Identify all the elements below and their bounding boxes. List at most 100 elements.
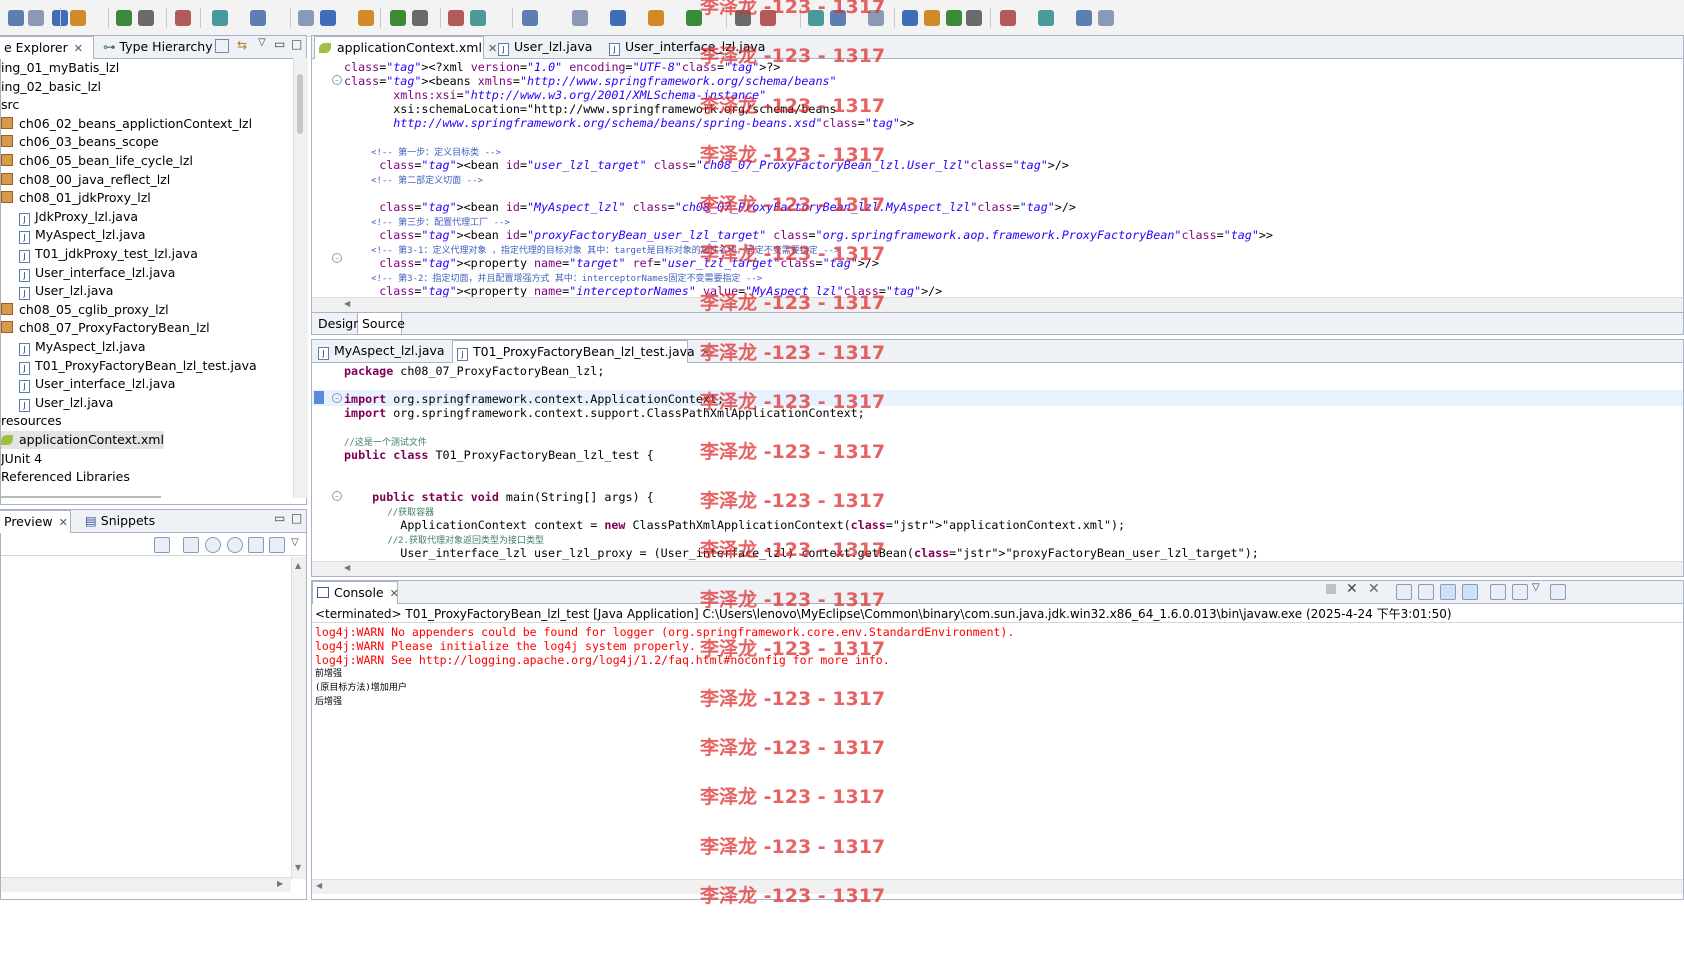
console-output[interactable]: log4j:WARN No appenders could be found f… xyxy=(312,623,1683,878)
scroll-left-icon[interactable]: ◀ xyxy=(344,563,350,572)
terminate-icon[interactable] xyxy=(1326,584,1336,594)
scroll-left-icon[interactable]: ◀ xyxy=(344,299,350,308)
pilcrow-icon[interactable] xyxy=(946,10,962,26)
tree-item[interactable]: ch08_00_java_reflect_lzl xyxy=(1,171,170,189)
tree-item[interactable]: ch08_07_ProxyFactoryBean_lzl xyxy=(1,319,210,337)
back-nav-icon[interactable] xyxy=(1076,10,1092,26)
monitor-icon[interactable] xyxy=(470,10,486,26)
tree-item[interactable]: J MyAspect_lzl.java xyxy=(19,338,146,356)
link-editor-icon[interactable]: ⇆ xyxy=(237,38,247,52)
highlight-icon[interactable] xyxy=(902,10,918,26)
tree-item[interactable]: src xyxy=(1,96,19,114)
tree-item[interactable]: resources xyxy=(1,412,62,430)
back-icon[interactable] xyxy=(358,10,374,26)
fit-page-icon[interactable] xyxy=(269,537,285,553)
tab-console[interactable]: Console ✕ xyxy=(312,581,399,605)
coverage-icon[interactable] xyxy=(648,10,664,26)
tree-item[interactable]: ch08_01_jdkProxy_lzl xyxy=(1,189,151,207)
new-wizard-icon[interactable] xyxy=(70,10,86,26)
search-icon[interactable] xyxy=(250,10,266,26)
scroll-down-icon[interactable]: ▼ xyxy=(295,863,301,872)
remove-all-icon[interactable]: ✕ xyxy=(1368,581,1380,597)
package-icon[interactable] xyxy=(116,10,132,26)
tree-item[interactable]: Referenced Libraries xyxy=(1,468,130,486)
run-icon[interactable] xyxy=(572,10,588,26)
scroll-right-icon[interactable]: ▶ xyxy=(277,879,283,888)
tab-t01-proxyfactorybean-test-java[interactable]: J T01_ProxyFactoryBean_lzl_test.java ✕ xyxy=(452,340,710,363)
scroll-lock-icon[interactable] xyxy=(1418,584,1434,600)
view-menu-icon[interactable]: ▽ xyxy=(291,537,299,548)
tree-hscroll-thumb[interactable] xyxy=(1,496,161,498)
last-edit-icon[interactable] xyxy=(1038,10,1054,26)
scroll-up-icon[interactable]: ▲ xyxy=(295,561,301,570)
tree-item[interactable]: J User_lzl.java xyxy=(19,394,113,412)
clear-console-icon[interactable] xyxy=(1396,584,1412,600)
tab-user-lzl-java[interactable]: J User_lzl.java xyxy=(494,36,594,58)
tree-item[interactable]: JUnit 4 xyxy=(1,450,42,468)
server-icon[interactable] xyxy=(175,10,191,26)
tab-type-hierarchy[interactable]: ⊶ Type Hierarchy xyxy=(99,36,213,58)
java-code-area[interactable]: package ch08_07_ProxyFactoryBean_lzl; imp… xyxy=(312,362,1683,560)
sync-icon[interactable] xyxy=(154,537,170,553)
forward-nav-icon[interactable] xyxy=(1098,10,1114,26)
debug-icon[interactable] xyxy=(522,10,538,26)
tree-item[interactable]: J T01_ProxyFactoryBean_lzl_test.java xyxy=(19,357,257,375)
fold-icon[interactable]: – xyxy=(332,75,342,85)
tree-item[interactable]: J JdkProxy_lzl.java xyxy=(19,208,138,226)
tree-item[interactable]: ing_01_myBatis_lzl xyxy=(1,59,119,77)
fold-icon[interactable]: – xyxy=(332,393,342,403)
task-icon[interactable] xyxy=(448,10,464,26)
minimize-icon[interactable]: ▭ xyxy=(274,37,285,51)
tree-scrollbar[interactable] xyxy=(293,58,308,498)
zoom-out-icon[interactable] xyxy=(205,537,221,553)
fold-icon[interactable]: – xyxy=(332,253,342,263)
tree-item[interactable]: J User_lzl.java xyxy=(19,282,113,301)
view-menu-icon[interactable]: ▽ xyxy=(1532,582,1540,593)
close-icon[interactable]: ✕ xyxy=(59,512,68,534)
tree-item[interactable]: J T01_jdkProxy_test_lzl.java xyxy=(19,245,198,263)
tab-snippets[interactable]: ▤ Snippets xyxy=(81,510,161,532)
show-stdout-icon[interactable] xyxy=(1440,584,1456,600)
tab-myaspect-lzl-java[interactable]: J MyAspect_lzl.java xyxy=(314,340,445,362)
tree-scroll-thumb[interactable] xyxy=(297,74,303,134)
tree-item[interactable]: J User_interface_lzl.java xyxy=(19,375,175,394)
java-hscrollbar[interactable]: ◀ xyxy=(312,561,1683,576)
fit-icon[interactable] xyxy=(183,537,199,553)
refresh-icon[interactable] xyxy=(390,10,406,26)
tab-source[interactable]: Source xyxy=(358,313,405,334)
tab-package-explorer[interactable]: e Explorer ✕ xyxy=(0,36,94,59)
actual-size-icon[interactable] xyxy=(248,537,264,553)
preview-hscrollbar[interactable]: ▶ xyxy=(1,877,291,892)
zoom-in-icon[interactable] xyxy=(227,537,243,553)
close-icon[interactable]: ✕ xyxy=(390,583,399,605)
tab-applicationcontext-xml[interactable]: applicationContext.xml ✕ xyxy=(314,36,497,59)
globe-icon[interactable] xyxy=(320,10,336,26)
show-stderr-icon[interactable] xyxy=(1462,584,1478,600)
prev-annotation-icon[interactable] xyxy=(1000,10,1016,26)
pin-console-icon[interactable] xyxy=(1490,584,1506,600)
tree-item[interactable]: applicationContext.xml xyxy=(1,431,164,449)
scroll-left-icon[interactable]: ◀ xyxy=(316,881,322,890)
xml-hscrollbar[interactable]: ◀ xyxy=(312,297,1683,312)
preview-vscrollbar[interactable]: ▲ ▼ xyxy=(291,557,306,879)
new-icon[interactable] xyxy=(8,10,24,26)
run-config-icon[interactable] xyxy=(610,10,626,26)
maximize-icon[interactable]: □ xyxy=(291,511,302,525)
minimize-icon[interactable]: ▭ xyxy=(274,511,285,525)
tab-design[interactable]: Design xyxy=(314,313,361,334)
open-console-icon[interactable] xyxy=(1550,584,1566,600)
class-icon[interactable] xyxy=(138,10,154,26)
tab-preview[interactable]: Preview ✕ xyxy=(0,510,71,533)
close-icon[interactable]: ✕ xyxy=(74,38,83,60)
deploy-icon[interactable] xyxy=(212,10,228,26)
tree-item[interactable]: ing_02_basic_lzl xyxy=(1,78,101,96)
xml-code-area[interactable]: class="tag"><?xml version="1.0" encoding… xyxy=(312,58,1683,298)
tree-item[interactable]: ch08_05_cglib_proxy_lzl xyxy=(1,301,169,319)
collapse-all-icon[interactable] xyxy=(215,39,229,53)
console-hscrollbar[interactable]: ◀ xyxy=(312,879,1683,894)
tree-item[interactable]: J User_interface_lzl.java xyxy=(19,264,175,282)
display-console-icon[interactable] xyxy=(1512,584,1528,600)
remove-launch-icon[interactable]: ✕ xyxy=(1346,581,1358,597)
maximize-icon[interactable]: □ xyxy=(291,37,302,51)
save-icon[interactable] xyxy=(28,10,44,26)
